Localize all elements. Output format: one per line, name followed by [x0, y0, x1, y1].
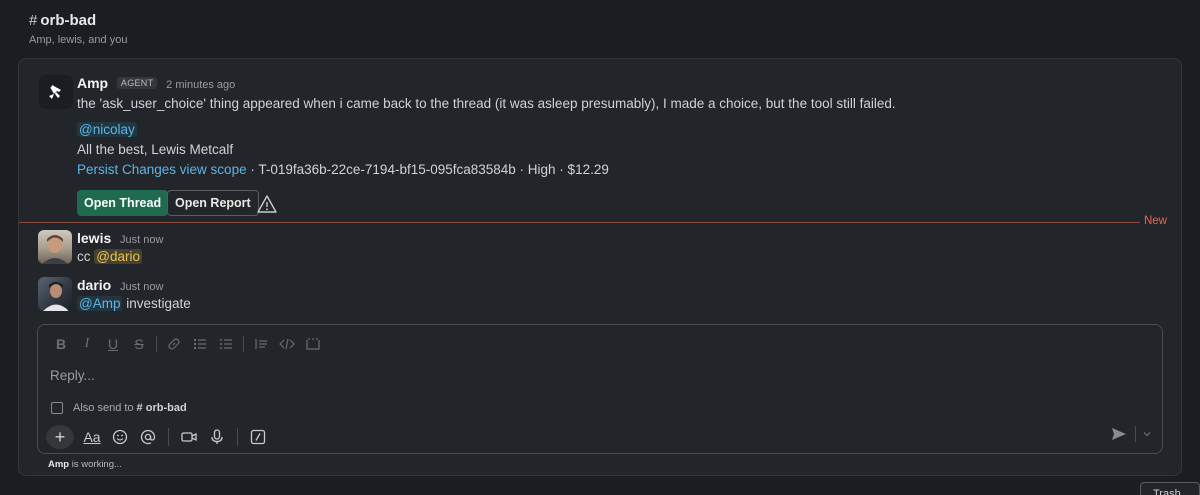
amp-message-meta-line: Persist Changes view scope · T-019fa36b-… [77, 162, 609, 177]
formatting-toolbar: B I U S [48, 334, 326, 354]
trash-button[interactable]: Trash [1140, 482, 1200, 495]
also-send-row: Also send to # orb-bad [51, 402, 187, 414]
lewis-avatar[interactable] [38, 230, 72, 264]
blockquote-icon[interactable] [248, 334, 274, 354]
reply-composer: B I U S Reply... Also send to # orb-bad … [37, 324, 1163, 454]
toolbar-divider [156, 336, 157, 352]
emoji-icon[interactable] [106, 426, 134, 448]
amp-author-name[interactable]: Amp [77, 75, 108, 91]
microphone-icon[interactable] [203, 426, 231, 448]
lewis-timestamp[interactable]: Just now [120, 234, 163, 246]
link-icon[interactable] [161, 334, 187, 354]
text-format-button[interactable]: Aa [78, 426, 106, 448]
toolbar-divider [243, 336, 244, 352]
channel-name: orb-bad [40, 12, 97, 29]
thread-title-link[interactable]: Persist Changes view scope [77, 162, 247, 177]
agent-badge: AGENT [116, 77, 158, 89]
lewis-author-name[interactable]: lewis [77, 230, 111, 246]
channel-header: # orb-bad Amp, lewis, and you [29, 12, 127, 46]
lewis-message-text: cc @dario [77, 249, 142, 264]
amp-message-text: the 'ask_user_choice' thing appeared whe… [77, 96, 896, 111]
also-send-channel: # orb-bad [136, 402, 187, 414]
video-icon[interactable] [175, 426, 203, 448]
composer-actions: + Aa [46, 425, 272, 449]
aa-label: Aa [83, 429, 101, 445]
bold-icon[interactable]: B [48, 334, 74, 354]
typing-indicator: Amp is working... [48, 459, 122, 470]
strikethrough-icon[interactable]: S [126, 334, 152, 354]
code-icon[interactable] [274, 334, 300, 354]
mention-icon[interactable] [134, 426, 162, 448]
amp-logo-icon [49, 85, 61, 99]
channel-members[interactable]: Amp, lewis, and you [29, 34, 127, 46]
underline-icon[interactable]: U [100, 334, 126, 354]
amp-message-header: Amp AGENT 2 minutes ago [77, 75, 235, 91]
ordered-list-icon[interactable] [187, 334, 213, 354]
dario-avatar[interactable] [38, 277, 72, 311]
lewis-message-header: lewis Just now [77, 230, 163, 246]
amp-avatar[interactable] [39, 75, 73, 109]
also-send-label: Also send to [73, 402, 134, 414]
thread-meta: · T-019fa36b-22ce-7194-bf15-095fca83584b… [246, 162, 609, 177]
typing-text: is working... [69, 459, 122, 470]
dario-message-body: investigate [122, 296, 191, 311]
lewis-message-prefix: cc [77, 249, 95, 264]
send-area [1111, 426, 1152, 442]
send-divider [1135, 426, 1136, 442]
also-send-checkbox[interactable] [51, 402, 63, 414]
open-report-button[interactable]: Open Report [167, 190, 259, 216]
new-messages-divider [19, 222, 1163, 223]
mention-amp[interactable]: @Amp [77, 296, 123, 311]
mention-nicolay[interactable]: @nicolay [77, 122, 137, 137]
amp-message-mention-line: @nicolay [77, 122, 137, 137]
hash-icon: # [29, 12, 38, 29]
dario-photo-icon [43, 282, 69, 311]
send-icon[interactable] [1111, 427, 1127, 441]
channel-title[interactable]: # orb-bad [29, 12, 127, 29]
amp-message-signoff: All the best, Lewis Metcalf [77, 142, 234, 157]
new-messages-label: New [1139, 215, 1167, 227]
dario-timestamp[interactable]: Just now [120, 281, 163, 293]
plus-icon[interactable]: + [46, 425, 74, 449]
toolbar-divider [237, 428, 238, 446]
open-thread-button[interactable]: Open Thread [77, 190, 169, 216]
bulleted-list-icon[interactable] [213, 334, 239, 354]
italic-icon[interactable]: I [74, 334, 100, 354]
thread-panel: Amp AGENT 2 minutes ago the 'ask_user_ch… [18, 58, 1182, 476]
mention-dario[interactable]: @dario [94, 249, 142, 264]
dario-author-name[interactable]: dario [77, 277, 111, 293]
code-block-icon[interactable] [300, 334, 326, 354]
warning-icon[interactable] [257, 194, 277, 214]
amp-timestamp[interactable]: 2 minutes ago [166, 79, 235, 91]
chevron-down-icon[interactable] [1142, 430, 1152, 438]
toolbar-divider [168, 428, 169, 446]
slash-command-icon[interactable] [244, 426, 272, 448]
dario-message-text: @Amp investigate [77, 296, 191, 311]
reply-input[interactable] [50, 368, 950, 383]
lewis-photo-icon [42, 235, 68, 264]
dario-message-header: dario Just now [77, 277, 163, 293]
typing-user: Amp [48, 459, 70, 470]
